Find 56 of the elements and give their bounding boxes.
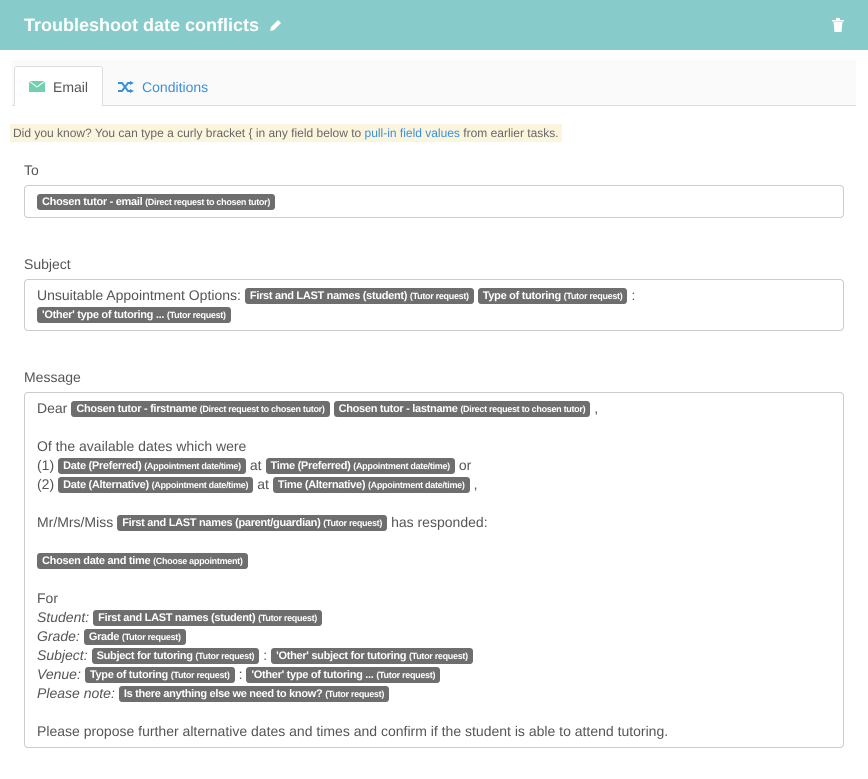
input-field[interactable]: Chosen tutor - email (Direct request to chosen tutor)	[24, 185, 844, 218]
field-label: Grade:	[37, 627, 80, 646]
body-text: ,	[594, 399, 598, 418]
body-text: Dear	[37, 399, 68, 418]
trash-icon[interactable]	[832, 18, 844, 32]
body-text: :	[631, 286, 636, 305]
field-token[interactable]: First and LAST names (parent/guardian) (Tutor request)	[117, 514, 388, 530]
field-token[interactable]: Chosen tutor - email (Direct request to chosen tutor)	[37, 194, 276, 210]
pencil-icon[interactable]	[269, 18, 284, 32]
field-token[interactable]: Chosen tutor - lastname (Direct request to chosen tutor)	[334, 400, 590, 416]
body-text: ,	[474, 475, 478, 494]
field-label: Venue:	[37, 665, 81, 684]
field-token[interactable]: Grade (Tutor request)	[84, 628, 186, 644]
field-token[interactable]: First and LAST names (student) (Tutor request)	[93, 610, 322, 626]
body-text: Please propose further alternative dates and times and confirm if the student is able to attend tutoring.	[37, 722, 668, 741]
field-token[interactable]: Chosen date and time (Choose appointment)	[37, 552, 248, 568]
body-text: (1)	[37, 456, 54, 475]
tab[interactable]: Conditions	[103, 66, 224, 106]
field-token[interactable]: Type of tutoring (Tutor request)	[478, 288, 628, 304]
body-text: has responded:	[391, 513, 488, 532]
field-token[interactable]: Time (Preferred) (Appointment date/time)	[266, 458, 455, 474]
field-token[interactable]: Date (Alternative) (Appointment date/time)	[58, 476, 254, 492]
field-token[interactable]: 'Other' type of tutoring ... (Tutor request)	[246, 666, 440, 682]
body-text: :	[263, 646, 268, 665]
shuffle-icon	[118, 80, 134, 92]
task-title: Troubleshoot date conflicts	[24, 14, 260, 36]
body-text: Of the available dates which were	[37, 437, 246, 456]
mail-icon	[29, 81, 45, 92]
help-link[interactable]: pull-in field values	[364, 126, 460, 140]
field-token[interactable]: First and LAST names (student) (Tutor request)	[244, 288, 474, 304]
field-label: Student:	[37, 608, 90, 627]
field-token[interactable]: Time (Alternative) (Appointment date/time)	[272, 476, 470, 492]
input-field[interactable]	[24, 392, 844, 748]
body-text: at	[250, 456, 262, 475]
body-text: Unsuitable Appointment Options:	[37, 286, 241, 305]
field-token[interactable]: 'Other' subject for tutoring (Tutor request)	[271, 648, 473, 664]
field-token[interactable]: Is there anything else we need to know? (Tutor request)	[118, 686, 390, 702]
body-text: or	[458, 456, 472, 475]
field-label: To	[24, 162, 40, 178]
body-text: :	[238, 665, 242, 684]
body-text: (2)	[37, 475, 54, 494]
field-token[interactable]: Date (Preferred) (Appointment date/time)	[58, 458, 246, 474]
field-token[interactable]: Subject for tutoring (Tutor request)	[92, 648, 260, 664]
body-text: at	[257, 475, 269, 494]
tip-text: Did you know? You can type a curly bracket { in any field below to pull-in field values from earlier tasks.	[10, 124, 562, 142]
field-label: Please note:	[37, 684, 115, 703]
field-token[interactable]: Chosen tutor - firstname (Direct request to chosen tutor)	[71, 400, 330, 416]
field-label: Subject:	[37, 646, 88, 665]
field-label: Message	[24, 369, 82, 385]
field-token[interactable]: 'Other' type of tutoring ... (Tutor request)	[37, 306, 231, 322]
body-text: Mr/Mrs/Miss	[37, 513, 114, 532]
tab[interactable]: Email	[14, 66, 104, 106]
field-token[interactable]: Type of tutoring (Tutor request)	[84, 666, 235, 682]
field-label: Subject	[24, 256, 72, 272]
input-field[interactable]: Unsuitable Appointment Options: First and LAST names (student) (Tutor request) Type of tutoring (Tutor request) : 'Other' type of tutoring ... (Tutor request)	[24, 279, 844, 331]
body-text: For	[37, 589, 58, 608]
